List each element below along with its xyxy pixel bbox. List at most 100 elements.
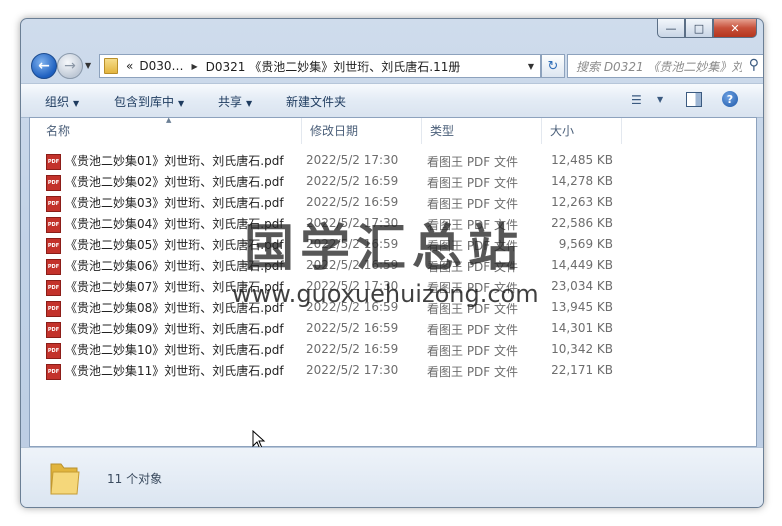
forward-arrow-icon: →: [64, 58, 76, 74]
file-row[interactable]: PDF 《贵池二妙集11》刘世珩、刘氏唐石.pdf 2022/5/2 17:30 看图…: [30, 360, 756, 381]
share-label: 共享: [218, 95, 243, 109]
file-name-label: 《贵池二妙集02》刘世珩、刘氏唐石.pdf: [65, 175, 284, 189]
watermark-title: 国学汇总站: [244, 219, 524, 277]
breadcrumb-chevron-icon[interactable]: ▶: [192, 62, 198, 71]
column-size-label: 大小: [550, 124, 575, 138]
file-modified: 2022/5/2 17:30: [306, 363, 399, 377]
share-menu[interactable]: 共享 ▼: [218, 93, 252, 110]
address-bar[interactable]: « D030… ▶ D0321 《贵池二妙集》刘世珩、刘氏唐石.11册 ▼: [99, 54, 541, 78]
column-modified[interactable]: 修改日期: [302, 118, 422, 144]
organize-menu[interactable]: 组织 ▼: [45, 93, 79, 110]
file-size: 13,945 KB: [551, 300, 613, 314]
chevron-down-icon: ▼: [178, 99, 185, 108]
recent-pages-dropdown[interactable]: ▼: [85, 61, 91, 70]
file-row[interactable]: PDF 《贵池二妙集09》刘世珩、刘氏唐石.pdf 2022/5/2 16:59 看图…: [30, 318, 756, 339]
file-name[interactable]: PDF 《贵池二妙集11》刘世珩、刘氏唐石.pdf: [46, 362, 284, 380]
command-toolbar: 组织 ▼ 包含到库中 ▼ 共享 ▼ 新建文件夹 ☰ ▼ ?: [21, 83, 763, 118]
folder-icon: [104, 58, 118, 74]
pdf-file-icon: PDF: [46, 174, 61, 191]
file-modified: 2022/5/2 17:30: [306, 153, 399, 167]
navigation-bar: ← → ▼ « D030… ▶ D0321 《贵池二妙集》刘世珩、刘氏唐石.11…: [29, 51, 763, 81]
pdf-file-icon: PDF: [46, 321, 61, 338]
address-collapse[interactable]: «: [126, 59, 133, 73]
pdf-file-icon: PDF: [46, 153, 61, 170]
column-modified-label: 修改日期: [310, 124, 359, 138]
file-name-label: 《贵池二妙集11》刘世珩、刘氏唐石.pdf: [65, 364, 284, 378]
details-pane: 11 个对象: [21, 447, 763, 507]
file-type: 看图王 PDF 文件: [427, 155, 519, 169]
caption-buttons: — □ ✕: [657, 19, 757, 38]
include-library-menu[interactable]: 包含到库中 ▼: [114, 93, 184, 110]
file-modified: 2022/5/2 16:59: [306, 342, 399, 356]
column-type[interactable]: 类型: [422, 118, 542, 144]
address-dropdown-icon[interactable]: ▼: [528, 62, 534, 71]
refresh-button[interactable]: ↻: [541, 54, 565, 78]
file-size: 10,342 KB: [551, 342, 613, 356]
file-name[interactable]: PDF 《贵池二妙集01》刘世珩、刘氏唐石.pdf: [46, 152, 284, 170]
column-name-label: 名称: [46, 124, 71, 138]
search-placeholder: 搜索 D0321 《贵池二妙集》刘...: [576, 59, 742, 74]
search-input[interactable]: 搜索 D0321 《贵池二妙集》刘... ⚲: [567, 54, 763, 78]
maximize-button[interactable]: □: [685, 19, 713, 38]
file-size: 9,569 KB: [558, 237, 613, 251]
file-row[interactable]: PDF 《贵池二妙集10》刘世珩、刘氏唐石.pdf 2022/5/2 16:59 看图…: [30, 339, 756, 360]
breadcrumb-parent[interactable]: D030…: [139, 59, 183, 73]
file-size: 14,449 KB: [551, 258, 613, 272]
view-dropdown-icon[interactable]: ▼: [657, 95, 663, 104]
watermark-url: www.guoxuehuizong.com: [232, 280, 539, 308]
breadcrumb-current[interactable]: D0321 《贵池二妙集》刘世珩、刘氏唐石.11册: [206, 58, 461, 75]
back-arrow-icon: ←: [38, 58, 50, 74]
pdf-file-icon: PDF: [46, 216, 61, 233]
file-type: 看图王 PDF 文件: [427, 176, 519, 190]
file-name-label: 《贵池二妙集01》刘世珩、刘氏唐石.pdf: [65, 154, 284, 168]
organize-label: 组织: [45, 95, 70, 109]
file-modified: 2022/5/2 16:59: [306, 195, 399, 209]
pdf-file-icon: PDF: [46, 195, 61, 212]
column-type-label: 类型: [430, 124, 455, 138]
file-row[interactable]: PDF 《贵池二妙集02》刘世珩、刘氏唐石.pdf 2022/5/2 16:59 看图…: [30, 171, 756, 192]
preview-pane-icon[interactable]: [686, 92, 702, 107]
file-row[interactable]: PDF 《贵池二妙集01》刘世珩、刘氏唐石.pdf 2022/5/2 17:30 看图…: [30, 150, 756, 171]
column-header: 名称 ▲ 修改日期 类型 大小: [30, 116, 756, 144]
pdf-file-icon: PDF: [46, 300, 61, 317]
file-type: 看图王 PDF 文件: [427, 365, 519, 379]
sort-ascending-icon: ▲: [166, 116, 172, 124]
folder-icon: [50, 463, 80, 495]
chevron-down-icon: ▼: [246, 99, 253, 108]
file-name[interactable]: PDF 《贵池二妙集09》刘世珩、刘氏唐石.pdf: [46, 320, 284, 338]
include-library-label: 包含到库中: [114, 95, 175, 109]
file-name-label: 《贵池二妙集10》刘世珩、刘氏唐石.pdf: [65, 343, 284, 357]
file-size: 12,263 KB: [551, 195, 613, 209]
item-count: 11 个对象: [107, 472, 163, 486]
pdf-file-icon: PDF: [46, 237, 61, 254]
refresh-icon: ↻: [547, 58, 559, 74]
pdf-file-icon: PDF: [46, 279, 61, 296]
view-options-icon[interactable]: ☰: [631, 93, 642, 107]
close-button[interactable]: ✕: [713, 19, 757, 38]
pdf-file-icon: PDF: [46, 363, 61, 380]
file-size: 12,485 KB: [551, 153, 613, 167]
file-size: 22,171 KB: [551, 363, 613, 377]
minimize-button[interactable]: —: [657, 19, 685, 38]
back-button[interactable]: ←: [31, 53, 57, 79]
column-size[interactable]: 大小: [542, 118, 622, 144]
file-size: 14,301 KB: [551, 321, 613, 335]
help-icon[interactable]: ?: [722, 91, 738, 107]
search-icon[interactable]: ⚲: [749, 57, 759, 73]
pdf-file-icon: PDF: [46, 342, 61, 359]
file-name[interactable]: PDF 《贵池二妙集10》刘世珩、刘氏唐石.pdf: [46, 341, 284, 359]
file-size: 22,586 KB: [551, 216, 613, 230]
file-type: 看图王 PDF 文件: [427, 323, 519, 337]
file-size: 14,278 KB: [551, 174, 613, 188]
file-name[interactable]: PDF 《贵池二妙集02》刘世珩、刘氏唐石.pdf: [46, 173, 284, 191]
new-folder-label: 新建文件夹: [286, 95, 347, 109]
pdf-file-icon: PDF: [46, 258, 61, 275]
chevron-down-icon: ▼: [73, 99, 80, 108]
file-type: 看图王 PDF 文件: [427, 344, 519, 358]
new-folder-button[interactable]: 新建文件夹: [286, 93, 346, 110]
file-modified: 2022/5/2 16:59: [306, 321, 399, 335]
forward-button[interactable]: →: [57, 53, 83, 79]
file-size: 23,034 KB: [551, 279, 613, 293]
file-name-label: 《贵池二妙集09》刘世珩、刘氏唐石.pdf: [65, 322, 284, 336]
file-modified: 2022/5/2 16:59: [306, 174, 399, 188]
